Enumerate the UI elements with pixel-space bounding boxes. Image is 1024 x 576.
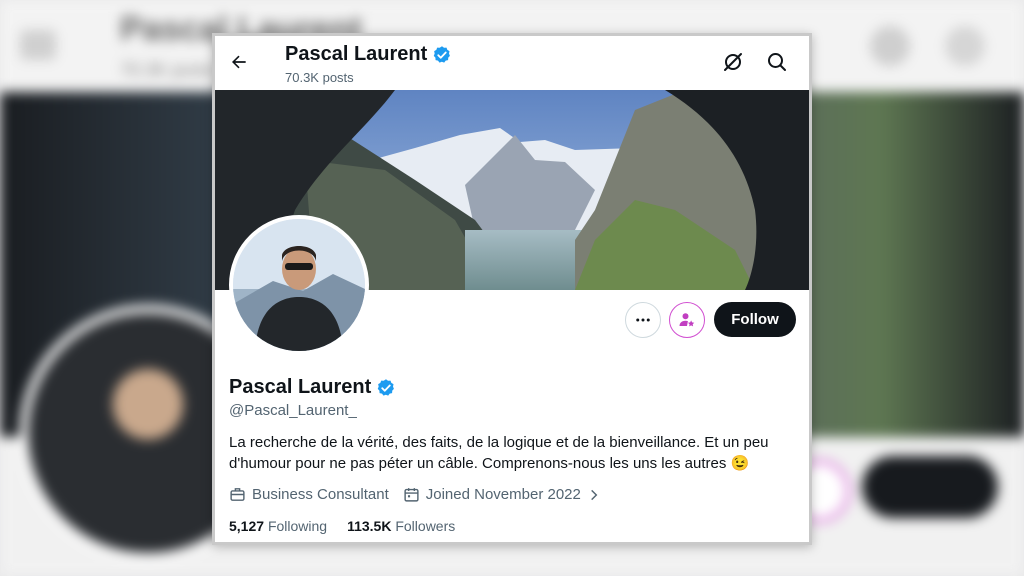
follow-button[interactable]: Follow (714, 302, 796, 337)
profile-avatar[interactable] (229, 215, 369, 355)
profile-meta: Business Consultant Joined November 2022 (229, 486, 615, 503)
blurred-follow (862, 456, 998, 518)
following-link[interactable]: 5,127 Following (229, 518, 327, 534)
profession-text: Business Consultant (252, 486, 389, 503)
briefcase-icon (230, 488, 245, 501)
header-title: Pascal Laurent (285, 43, 452, 66)
arrow-left-icon (232, 55, 246, 69)
back-button[interactable] (227, 50, 251, 74)
profile-bio: La recherche de la vérité, des faits, de… (229, 432, 789, 474)
joined-item[interactable]: Joined November 2022 (403, 486, 601, 503)
followers-label: Followers (395, 518, 456, 534)
profile-header-bar: Pascal Laurent 70.3K posts (215, 36, 809, 90)
profile-card: Pascal Laurent 70.3K posts Follow Pascal… (212, 33, 812, 545)
profile-handle: @Pascal_Laurent_ (229, 402, 357, 419)
bio-text: La recherche de la vérité, des faits, de… (229, 434, 769, 472)
more-options-button[interactable] (625, 302, 661, 338)
wink-emoji: 😉 (730, 455, 750, 472)
more-horizontal-icon (636, 318, 650, 322)
profession-item: Business Consultant (229, 486, 389, 503)
grok-icon (724, 53, 742, 71)
search-icon (768, 53, 786, 71)
verified-badge-icon (434, 45, 451, 63)
verified-badge-icon[interactable] (376, 378, 396, 398)
calendar-icon (404, 488, 419, 502)
profile-name-row: Pascal Laurent (229, 376, 396, 399)
profile-stats: 5,127 Following 113.5K Followers (229, 518, 455, 534)
grok-button[interactable] (721, 50, 745, 74)
followers-link[interactable]: 113.5K Followers (347, 518, 455, 534)
subscribe-star-person-icon (679, 313, 695, 327)
following-count: 5,127 (229, 518, 265, 534)
joined-text: Joined November 2022 (425, 486, 581, 503)
search-button[interactable] (765, 50, 789, 74)
profile-name: Pascal Laurent (229, 376, 372, 398)
subscribe-button[interactable] (669, 302, 705, 338)
followers-count: 113.5K (347, 518, 392, 534)
post-count: 70.3K posts (285, 70, 354, 85)
header-name: Pascal Laurent (285, 43, 428, 65)
following-label: Following (267, 518, 328, 534)
chevron-right-icon (591, 489, 598, 500)
